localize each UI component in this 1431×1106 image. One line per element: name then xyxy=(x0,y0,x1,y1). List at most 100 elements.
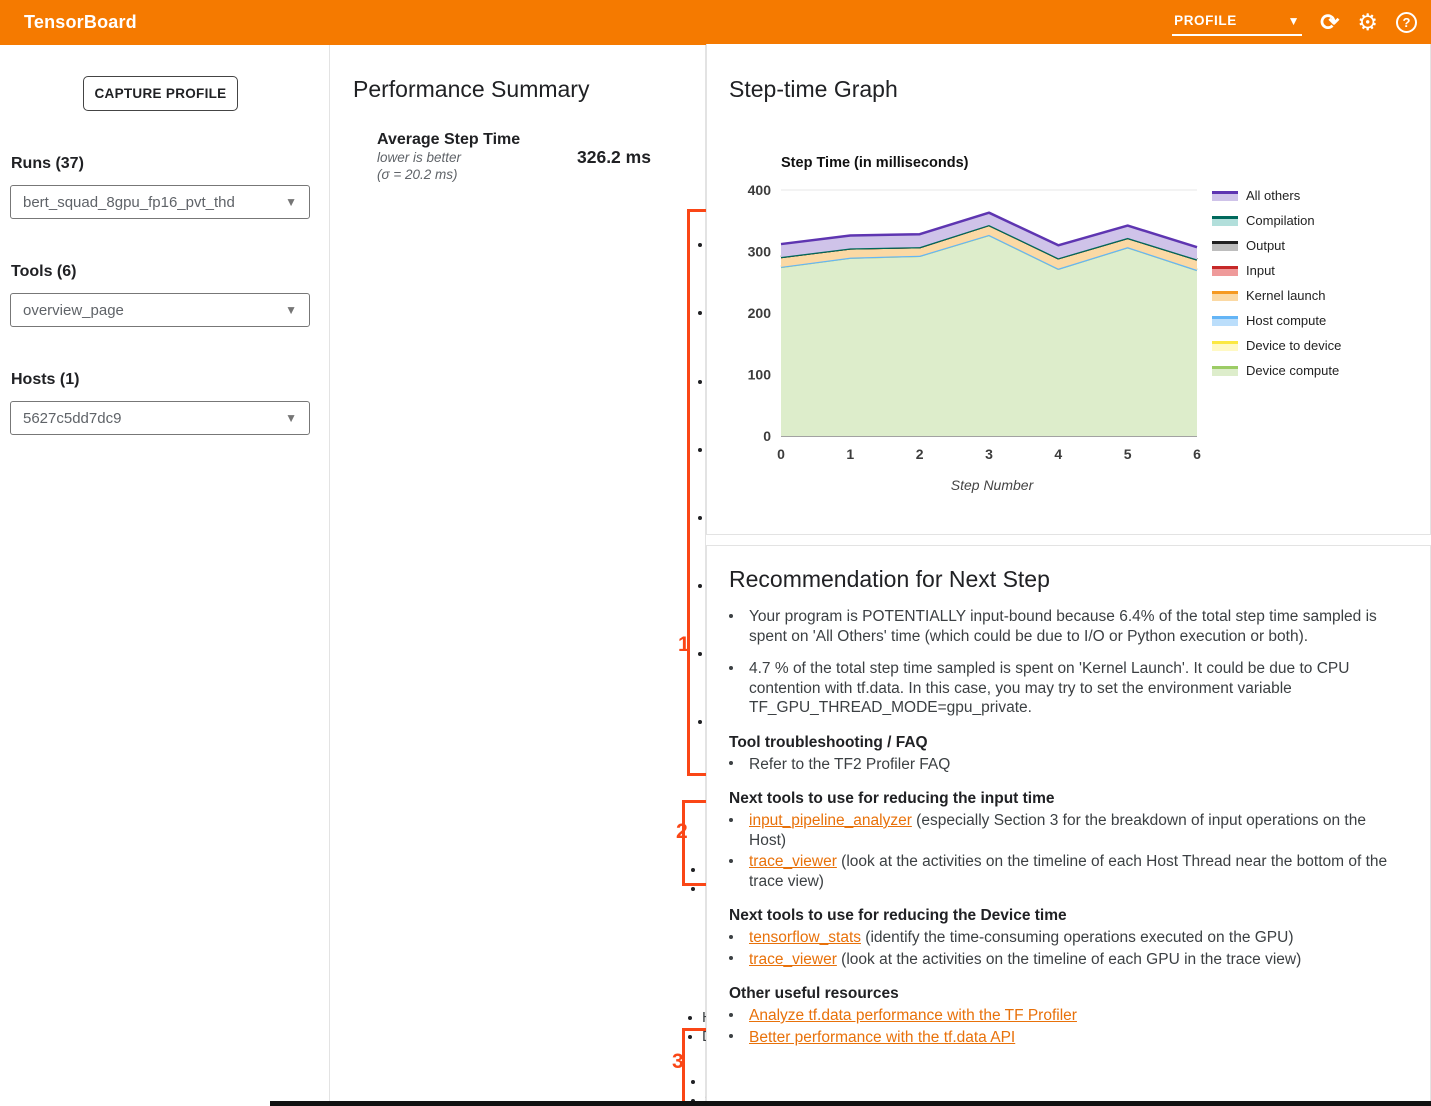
chart-title: Step Time (in milliseconds) xyxy=(781,155,968,171)
section-item: tensorflow_stats (identify the time-cons… xyxy=(729,928,1397,948)
legend-item: All others xyxy=(1212,188,1341,203)
chevron-down-icon: ▼ xyxy=(1288,14,1300,28)
horizontal-scrollbar[interactable] xyxy=(270,1101,1431,1106)
gear-icon[interactable]: ⚙ xyxy=(1357,11,1378,34)
step-time-graph-title: Step-time Graph xyxy=(729,76,898,103)
legend-swatch xyxy=(1212,316,1238,326)
tool-link[interactable]: Better performance with the tf.data API xyxy=(749,1029,1015,1046)
svg-text:5: 5 xyxy=(1124,446,1132,462)
recommendation-bullets: Your program is POTENTIALLY input-bound … xyxy=(729,607,1400,718)
svg-text:2: 2 xyxy=(916,446,924,462)
section-item: input_pipeline_analyzer (especially Sect… xyxy=(729,811,1397,850)
dashboard-selector[interactable]: PROFILE ▼ xyxy=(1172,9,1302,36)
hosts-select[interactable]: 5627c5dd7dc9 ▼ xyxy=(10,401,310,435)
runs-select-value: bert_squad_8gpu_fp16_pvt_thd xyxy=(23,194,235,211)
app-title: TensorBoard xyxy=(24,12,137,33)
tool-link[interactable]: input_pipeline_analyzer xyxy=(749,812,912,829)
tools-select-value: overview_page xyxy=(23,302,124,319)
legend-item: Device to device xyxy=(1212,338,1341,353)
svg-text:400: 400 xyxy=(748,182,772,198)
legend-swatch xyxy=(1212,241,1238,251)
x-axis-title: Step Number xyxy=(867,477,1117,493)
svg-text:0: 0 xyxy=(777,446,785,462)
recommendation-card: Recommendation for Next Step Your progra… xyxy=(706,545,1431,1101)
tools-label: Tools (6) xyxy=(11,263,76,281)
help-icon[interactable]: ? xyxy=(1396,12,1417,33)
metric-sigma: (σ = 20.2 ms) xyxy=(377,166,577,183)
legend-swatch xyxy=(1212,341,1238,351)
recommendation-section: Other useful resources Analyze tf.data pe… xyxy=(729,985,1400,1047)
legend-item: Device compute xyxy=(1212,363,1341,378)
annotation-2: 2 xyxy=(676,820,688,844)
step-time-chart[interactable]: 0 100 200 300 400 0 1 2 3 4 5 6 xyxy=(741,174,1211,464)
recommendation-bullet: 4.7 % of the total step time sampled is … xyxy=(729,659,1397,718)
legend-item: Host compute xyxy=(1212,313,1341,328)
svg-text:0: 0 xyxy=(763,428,771,444)
section-heading: Next tools to use for reducing the input… xyxy=(729,790,1400,808)
legend-label: Device compute xyxy=(1246,363,1339,378)
annotation-1: 1 xyxy=(678,633,690,657)
runs-label: Runs (37) xyxy=(11,155,84,173)
section-heading: Tool troubleshooting / FAQ xyxy=(729,734,1400,752)
svg-text:6: 6 xyxy=(1193,446,1201,462)
metric-name: Average Step Time xyxy=(377,131,577,149)
dashboard-selector-value: PROFILE xyxy=(1174,13,1237,28)
tool-link[interactable]: trace_viewer xyxy=(749,951,837,968)
legend-item: Kernel launch xyxy=(1212,288,1341,303)
section-item: Better performance with the tf.data API xyxy=(729,1028,1397,1048)
legend-label: Input xyxy=(1246,263,1275,278)
legend-swatch xyxy=(1212,266,1238,276)
recommendation-sections: Tool troubleshooting / FAQ Refer to the T… xyxy=(729,734,1400,1048)
hosts-select-value: 5627c5dd7dc9 xyxy=(23,410,121,427)
recommendation-bullet: Your program is POTENTIALLY input-bound … xyxy=(729,607,1397,646)
chevron-down-icon: ▼ xyxy=(285,411,297,425)
section-item: trace_viewer (look at the activities on … xyxy=(729,950,1397,970)
app-header: TensorBoard PROFILE ▼ ⟳ ⚙ ? xyxy=(0,0,1431,45)
metric-value: 326.2 ms xyxy=(577,147,651,168)
runs-select[interactable]: bert_squad_8gpu_fp16_pvt_thd ▼ xyxy=(10,185,310,219)
chart-legend: All others Compilation Output Input Kernel l… xyxy=(1212,188,1341,378)
legend-swatch xyxy=(1212,216,1238,226)
metric-note: lower is better xyxy=(377,149,577,166)
right-panel: Step-time Graph Step Time (in millisecon… xyxy=(706,45,1431,1106)
section-item: Refer to the TF2 Profiler FAQ xyxy=(729,755,1397,775)
capture-profile-button[interactable]: CAPTURE PROFILE xyxy=(83,76,238,111)
average-step-time-row: Average Step Time lower is better (σ = 2… xyxy=(377,131,657,183)
tool-link[interactable]: Analyze tf.data performance with the TF … xyxy=(749,1007,1077,1024)
legend-label: Compilation xyxy=(1246,213,1315,228)
tool-link[interactable]: tensorflow_stats xyxy=(749,929,861,946)
hosts-label: Hosts (1) xyxy=(11,371,79,389)
chevron-down-icon: ▼ xyxy=(285,195,297,209)
performance-summary-title: Performance Summary xyxy=(353,76,589,103)
legend-item: Input xyxy=(1212,263,1341,278)
legend-swatch xyxy=(1212,291,1238,301)
annotation-3: 3 xyxy=(672,1050,684,1074)
section-item: trace_viewer (look at the activities on … xyxy=(729,852,1397,891)
legend-label: Device to device xyxy=(1246,338,1341,353)
legend-label: All others xyxy=(1246,188,1300,203)
recommendation-section: Tool troubleshooting / FAQ Refer to the T… xyxy=(729,734,1400,775)
performance-summary-panel: Performance Summary Average Step Time lo… xyxy=(330,45,706,1106)
legend-item: Compilation xyxy=(1212,213,1341,228)
chevron-down-icon: ▼ xyxy=(285,303,297,317)
tensorboard-profile-page: TensorBoard PROFILE ▼ ⟳ ⚙ ? CAPTURE PROF… xyxy=(0,0,1431,1106)
legend-item: Output xyxy=(1212,238,1341,253)
svg-text:300: 300 xyxy=(748,244,772,260)
svg-text:1: 1 xyxy=(846,446,854,462)
legend-label: Host compute xyxy=(1246,313,1326,328)
refresh-icon[interactable]: ⟳ xyxy=(1320,11,1339,34)
section-item: Analyze tf.data performance with the TF … xyxy=(729,1006,1397,1026)
recommendation-title: Recommendation for Next Step xyxy=(729,566,1400,593)
section-heading: Other useful resources xyxy=(729,985,1400,1003)
tools-select[interactable]: overview_page ▼ xyxy=(10,293,310,327)
svg-text:4: 4 xyxy=(1054,446,1062,462)
legend-swatch xyxy=(1212,366,1238,376)
svg-text:200: 200 xyxy=(748,305,772,321)
legend-label: Output xyxy=(1246,238,1285,253)
svg-text:100: 100 xyxy=(748,367,772,383)
legend-swatch xyxy=(1212,191,1238,201)
tool-link[interactable]: trace_viewer xyxy=(749,853,837,870)
svg-text:3: 3 xyxy=(985,446,993,462)
step-time-graph-card: Step-time Graph Step Time (in millisecon… xyxy=(706,44,1431,535)
recommendation-section: Next tools to use for reducing the Devic… xyxy=(729,907,1400,969)
